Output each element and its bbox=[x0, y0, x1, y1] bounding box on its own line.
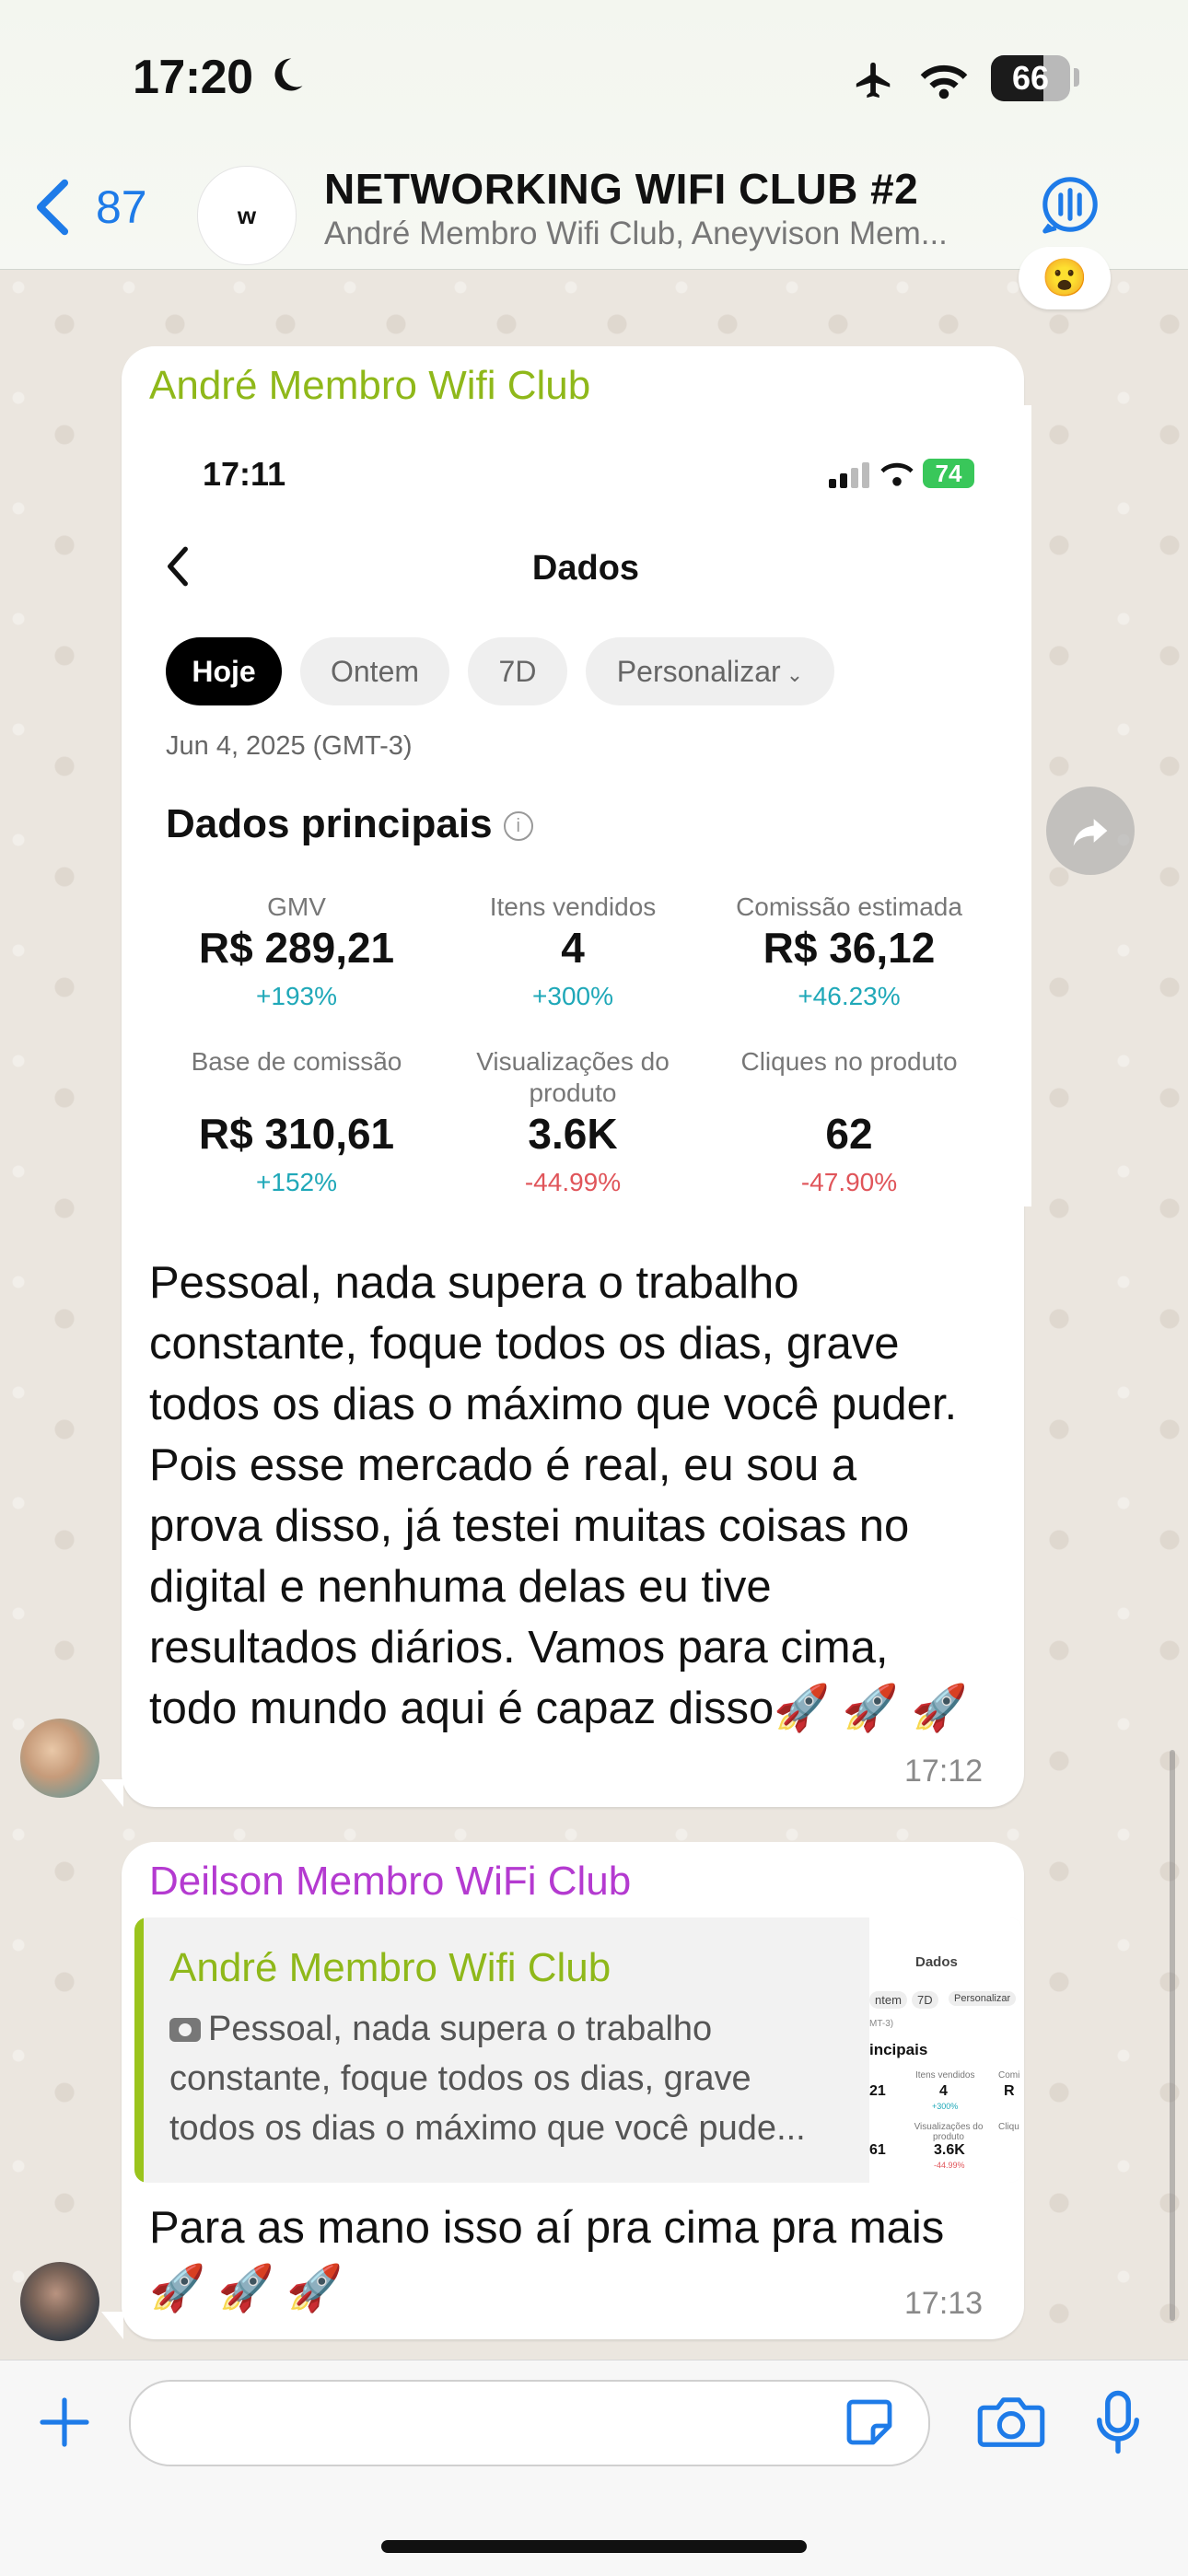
metric-delta: +152% bbox=[256, 1168, 337, 1196]
shot-tab-ontem: Ontem bbox=[300, 637, 449, 705]
shot-battery: 74 bbox=[923, 459, 974, 488]
metric-label: Visualizações do produto bbox=[476, 1047, 670, 1107]
quote-sender: André Membro Wifi Club bbox=[169, 1945, 611, 1990]
home-indicator[interactable] bbox=[381, 2540, 807, 2553]
metric-label: Cliques no produto bbox=[740, 1047, 958, 1076]
metric-delta: +193% bbox=[256, 982, 337, 1010]
shot-wifi-icon bbox=[880, 462, 914, 486]
shared-screenshot-image[interactable]: 17:11 74 Dados Hoje Ontem 7D Personaliza… bbox=[140, 405, 1031, 1206]
metric-label: GMV bbox=[267, 892, 326, 921]
scroll-indicator[interactable] bbox=[1170, 1750, 1175, 2321]
metric-value: R$ 310,61 bbox=[198, 1110, 395, 1158]
camera-small-icon bbox=[169, 2018, 201, 2042]
metric-label: Comissão estimada bbox=[736, 892, 962, 921]
status-time: 17:20 bbox=[133, 51, 253, 104]
metric-value: R$ 36,12 bbox=[763, 924, 936, 972]
shot-tab-hoje: Hoje bbox=[166, 637, 282, 705]
back-chevron-icon[interactable] bbox=[31, 177, 74, 238]
metric-value: 3.6K bbox=[528, 1110, 618, 1158]
message-line: Para as mano isso aí pra cima pra mais bbox=[149, 2203, 945, 2253]
quoted-message[interactable]: André Membro Wifi Club Pessoal, nada sup… bbox=[134, 1917, 1022, 2183]
message-line: constante, foque todos os dias, grave bbox=[149, 1319, 900, 1369]
message-line: Pessoal, nada supera o trabalho bbox=[149, 1258, 799, 1308]
plus-icon[interactable] bbox=[37, 2395, 92, 2450]
shot-tab-personalizar: Personalizar ⌄ bbox=[586, 637, 834, 705]
message-text[interactable]: Pessoal, nada supera o trabalho constant… bbox=[149, 1253, 1015, 1739]
message-sender[interactable]: André Membro Wifi Club bbox=[149, 363, 590, 409]
metric-value: 4 bbox=[561, 924, 585, 972]
sender-avatar[interactable] bbox=[20, 1719, 99, 1798]
quote-accent-bar bbox=[134, 1917, 144, 2183]
message-input[interactable] bbox=[129, 2380, 930, 2466]
message-line: prova disso, já testei muitas coisas no bbox=[149, 1501, 910, 1551]
quote-text: Pessoal, nada supera o trabalho constant… bbox=[169, 2010, 806, 2148]
group-call-icon[interactable] bbox=[1039, 173, 1101, 236]
message-line: digital e nenhuma delas eu tive bbox=[149, 1562, 772, 1612]
shot-section-title: Dados principais i bbox=[166, 801, 533, 847]
moon-icon bbox=[274, 58, 303, 91]
forward-icon bbox=[1073, 819, 1108, 846]
metric-value: R$ 289,21 bbox=[198, 924, 395, 972]
message-line: todo mundo aqui é capaz disso🚀 🚀 🚀 bbox=[149, 1684, 968, 1733]
message-text[interactable]: Para as mano isso aí pra cima pra mais 🚀… bbox=[149, 2197, 1015, 2319]
message-line: 🚀 🚀 🚀 bbox=[149, 2264, 344, 2314]
chat-title[interactable]: NETWORKING WIFI CLUB #2 bbox=[324, 164, 918, 214]
reaction-bubble[interactable]: 😮 bbox=[1019, 247, 1111, 309]
metric-delta: -44.99% bbox=[524, 1168, 622, 1196]
forward-button[interactable] bbox=[1046, 787, 1135, 875]
message-line: resultados diários. Vamos para cima, bbox=[149, 1623, 889, 1673]
sender-avatar[interactable] bbox=[20, 2262, 99, 2341]
metric-label: Itens vendidos bbox=[489, 892, 657, 921]
metric-delta: -47.90% bbox=[800, 1168, 898, 1196]
camera-icon[interactable] bbox=[976, 2391, 1046, 2452]
microphone-icon[interactable] bbox=[1092, 2389, 1144, 2455]
quote-thumbnail: Dados ntem 7D Personalizar MT-3) incipai… bbox=[869, 1917, 1022, 2183]
message-sender[interactable]: Deilson Membro WiFi Club bbox=[149, 1859, 631, 1905]
shot-tab-7d: 7D bbox=[468, 637, 567, 705]
shot-date: Jun 4, 2025 (GMT-3) bbox=[166, 731, 413, 761]
airplane-icon bbox=[856, 62, 891, 99]
chat-header: 17:20 66 87 w NETWORKING WIFI CLUB #2 An… bbox=[0, 0, 1188, 270]
reaction-emoji: 😮 bbox=[1042, 258, 1088, 298]
metric-value: 62 bbox=[825, 1110, 873, 1158]
message-timestamp: 17:13 bbox=[904, 2286, 984, 2321]
info-icon: i bbox=[503, 811, 533, 842]
battery-indicator: 66 bbox=[991, 55, 1070, 101]
back-unread-count[interactable]: 87 bbox=[96, 181, 147, 234]
wifi-icon bbox=[920, 64, 968, 99]
sticker-icon[interactable] bbox=[842, 2395, 897, 2450]
message-line: todos os dias o máximo que você puder. bbox=[149, 1380, 958, 1429]
shot-signal-icon bbox=[829, 462, 869, 488]
shot-status-time: 17:11 bbox=[203, 455, 286, 493]
metric-label: Base de comissão bbox=[191, 1047, 402, 1076]
bubble-tail bbox=[101, 2312, 123, 2339]
shot-page-title: Dados bbox=[531, 549, 640, 588]
metric-delta: +300% bbox=[532, 982, 613, 1010]
chat-participants[interactable]: André Membro Wifi Club, Aneyvison Mem... bbox=[324, 216, 1006, 252]
bubble-tail bbox=[101, 1779, 123, 1807]
group-avatar[interactable]: w bbox=[197, 166, 297, 265]
message-line: Pois esse mercado é real, eu sou a bbox=[149, 1440, 857, 1490]
battery-tip bbox=[1074, 68, 1079, 87]
message-timestamp: 17:12 bbox=[904, 1754, 984, 1789]
metric-delta: +46.23% bbox=[798, 982, 901, 1010]
